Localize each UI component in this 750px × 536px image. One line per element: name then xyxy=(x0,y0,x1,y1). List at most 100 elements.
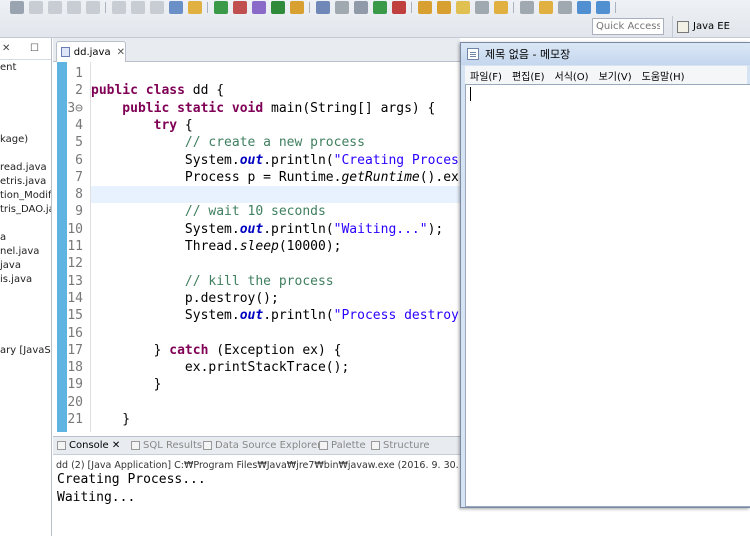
line-number: 20 xyxy=(67,394,83,410)
resume-icon[interactable] xyxy=(29,1,43,14)
step-return-icon[interactable] xyxy=(150,1,164,14)
explorer-item[interactable]: nel.java xyxy=(0,246,39,257)
toolbar-separator xyxy=(309,2,310,13)
explorer-item[interactable]: is.java xyxy=(0,274,32,285)
code-line: System.out.println("Process destroy xyxy=(91,308,459,324)
forward-icon[interactable] xyxy=(596,1,610,14)
notepad-text-area[interactable] xyxy=(465,84,750,507)
explorer-item[interactable]: tris_DAO.ja xyxy=(0,204,51,215)
line-number: 16 xyxy=(67,325,83,341)
external-tools-icon[interactable] xyxy=(316,1,330,14)
explorer-item[interactable]: a xyxy=(0,232,6,243)
step-over-icon[interactable] xyxy=(131,1,145,14)
last-edit-icon[interactable] xyxy=(558,1,572,14)
java-ee-perspective-button[interactable]: Java EE xyxy=(672,16,750,37)
next-annotation-icon[interactable] xyxy=(494,1,508,14)
code-line: } xyxy=(91,412,131,427)
tab-console[interactable]: Console ✕ xyxy=(57,440,120,451)
menu-help[interactable]: 도움말(H) xyxy=(637,68,690,83)
suspend-icon[interactable] xyxy=(48,1,62,14)
explorer-item[interactable]: java xyxy=(0,260,21,271)
notepad-window[interactable]: 제목 없음 - 메모장 파일(F) 편집(E) 서식(O) 보기(V) 도움말(H) xyxy=(460,42,750,508)
tab-data-source-explorer[interactable]: Data Source Explorer xyxy=(203,440,321,451)
stop-icon[interactable] xyxy=(392,1,406,14)
explorer-item[interactable]: kage) xyxy=(0,134,28,145)
console-tab-bar: Console ✕ SQL Results Data Source Explorer… xyxy=(53,436,460,455)
pencil-icon[interactable] xyxy=(456,1,470,14)
line-number: 4 xyxy=(75,117,83,133)
toolbar-separator xyxy=(513,2,514,13)
editor-tab-bar: dd.java ✕ xyxy=(53,38,460,62)
annotation-icon[interactable] xyxy=(475,1,489,14)
explorer-item[interactable]: tion_Modifie xyxy=(0,190,51,201)
perspective-label: Java EE xyxy=(693,21,730,32)
quick-access-input[interactable] xyxy=(592,18,664,35)
folder-icon[interactable] xyxy=(437,1,451,14)
code-line: // wait 10 seconds xyxy=(91,204,326,220)
previous-annotation-icon[interactable] xyxy=(520,1,534,14)
text-caret xyxy=(470,87,471,101)
tab-dd-java[interactable]: dd.java ✕ xyxy=(56,41,126,62)
line-number: 7 xyxy=(75,169,83,185)
step-into-icon[interactable] xyxy=(112,1,126,14)
run-icon[interactable] xyxy=(271,1,285,14)
code-line: ex.printStackTrace(); xyxy=(91,360,350,376)
new-class-icon[interactable] xyxy=(214,1,228,14)
debug-icon[interactable] xyxy=(233,1,247,14)
toolbar-separator xyxy=(615,2,616,13)
explorer-header: ✕ ☐ xyxy=(0,38,51,60)
tab-palette[interactable]: Palette xyxy=(319,440,366,451)
code-line: public static void main(String[] args) { xyxy=(91,100,436,116)
palette-icon xyxy=(319,441,328,450)
java-file-icon xyxy=(61,47,70,57)
toggle-view-icon[interactable] xyxy=(169,1,183,14)
menu-file[interactable]: 파일(F) xyxy=(465,68,507,83)
search-icon[interactable] xyxy=(252,1,266,14)
toolbar-separator xyxy=(207,2,208,13)
run-as-icon[interactable] xyxy=(373,1,387,14)
pin-icon[interactable] xyxy=(539,1,553,14)
data-source-explorer-icon xyxy=(203,441,212,450)
tab-sql-results[interactable]: SQL Results xyxy=(131,440,202,451)
menu-format[interactable]: 서식(O) xyxy=(550,68,594,83)
skip-breakpoints-icon[interactable] xyxy=(10,1,24,14)
menu-view[interactable]: 보기(V) xyxy=(594,68,637,83)
tab-label: Console ✕ xyxy=(69,440,121,451)
open-type-icon[interactable] xyxy=(188,1,202,14)
code-line: System.out.println("Waiting..."); xyxy=(91,221,444,237)
settings-icon[interactable] xyxy=(354,1,368,14)
collapse-all-icon[interactable]: ✕ xyxy=(2,43,10,54)
maximize-icon[interactable]: ☐ xyxy=(30,43,39,54)
line-number: 3⊖ xyxy=(67,100,83,116)
menu-edit[interactable]: 편집(E) xyxy=(507,68,550,83)
code-line: public class dd { xyxy=(91,83,225,99)
tab-label: Data Source Explorer xyxy=(215,440,322,451)
coverage-icon[interactable] xyxy=(335,1,349,14)
back-icon[interactable] xyxy=(577,1,591,14)
open-folder-icon[interactable] xyxy=(290,1,304,14)
console-output-line: Waiting... xyxy=(57,490,136,505)
current-line-highlight xyxy=(91,186,460,204)
console-output[interactable]: Creating Process... Waiting... xyxy=(53,471,460,536)
disconnect-icon[interactable] xyxy=(86,1,100,14)
explorer-item[interactable]: etris.java xyxy=(0,176,46,187)
edit-icon[interactable] xyxy=(418,1,432,14)
code-line: } xyxy=(91,377,162,393)
main-toolbar: Java EE xyxy=(0,0,750,38)
explorer-item[interactable]: ent xyxy=(0,62,16,73)
overview-gutter xyxy=(57,62,67,432)
notepad-title-bar[interactable]: 제목 없음 - 메모장 xyxy=(461,43,750,65)
code-line: // create a new process xyxy=(91,135,365,151)
code-text-area[interactable]: public class dd { public static void mai… xyxy=(90,62,460,432)
line-number: 2 xyxy=(75,83,83,99)
toolbar-separator xyxy=(105,2,106,13)
explorer-item[interactable]: read.java xyxy=(0,162,47,173)
line-number: 10 xyxy=(67,221,83,237)
tab-structure[interactable]: Structure xyxy=(371,440,430,451)
close-tab-icon[interactable]: ✕ xyxy=(117,47,125,58)
line-number: 9 xyxy=(75,204,83,220)
explorer-item[interactable]: ary [JavaSE xyxy=(0,345,51,356)
line-number: 17 xyxy=(67,342,83,358)
terminate-icon[interactable] xyxy=(67,1,81,14)
code-editor[interactable]: 1 2 3⊖ 4 5 6 7 8 9 10 11 12 13 14 15 16 17 18 19 20 21 publi… xyxy=(53,62,460,432)
